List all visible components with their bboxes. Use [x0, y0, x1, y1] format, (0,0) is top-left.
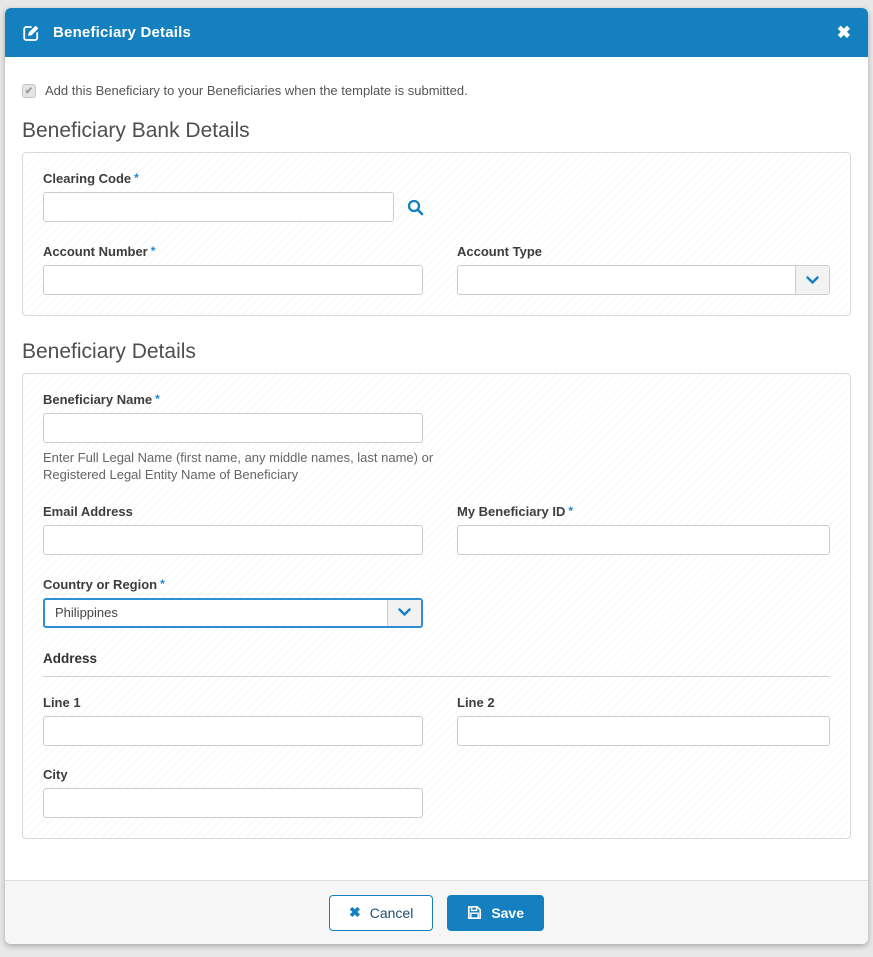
bank-details-heading: Beneficiary Bank Details — [22, 119, 851, 143]
beneficiary-details-modal: Beneficiary Details ✖ ✔ Add this Benefic… — [5, 8, 868, 944]
beneficiary-details-panel: Beneficiary Name* Enter Full Legal Name … — [22, 373, 851, 839]
modal-header: Beneficiary Details ✖ — [5, 8, 868, 57]
beneficiary-details-heading: Beneficiary Details — [22, 340, 851, 364]
required-asterisk: * — [155, 392, 160, 406]
address-subsection-label: Address — [43, 651, 830, 666]
address-line1-field: Line 1 — [43, 695, 423, 746]
modal-footer: ✖ Cancel Save — [5, 880, 868, 944]
clearing-code-input[interactable] — [43, 192, 394, 222]
account-number-field: Account Number* — [43, 244, 423, 295]
address-divider — [43, 676, 830, 677]
address-line1-input[interactable] — [43, 716, 423, 746]
bank-details-panel: Clearing Code* Account Number* — [22, 152, 851, 316]
add-beneficiary-checkbox[interactable]: ✔ — [22, 84, 36, 98]
required-asterisk: * — [134, 171, 139, 185]
account-type-selected-value — [458, 266, 795, 294]
beneficiary-name-label: Beneficiary Name* — [43, 392, 830, 407]
clearing-code-field: Clearing Code* — [43, 171, 830, 222]
my-beneficiary-id-input[interactable] — [457, 525, 830, 555]
clearing-code-label: Clearing Code* — [43, 171, 830, 186]
modal-content: ✔ Add this Beneficiary to your Beneficia… — [5, 57, 868, 880]
my-beneficiary-id-field: My Beneficiary ID* — [457, 504, 830, 555]
beneficiary-name-input[interactable] — [43, 413, 423, 443]
country-or-region-label: Country or Region* — [43, 577, 423, 592]
chevron-down-icon[interactable] — [795, 266, 829, 294]
email-address-input[interactable] — [43, 525, 423, 555]
search-icon[interactable] — [407, 199, 424, 216]
address-line2-label: Line 2 — [457, 695, 830, 710]
add-beneficiary-checkbox-row: ✔ Add this Beneficiary to your Beneficia… — [22, 83, 851, 98]
account-type-select[interactable] — [457, 265, 830, 295]
account-number-input[interactable] — [43, 265, 423, 295]
city-field: City — [43, 767, 423, 818]
country-or-region-select[interactable]: Philippines — [43, 598, 423, 628]
chevron-down-icon[interactable] — [387, 600, 421, 626]
address-line2-input[interactable] — [457, 716, 830, 746]
beneficiary-name-field: Beneficiary Name* Enter Full Legal Name … — [43, 392, 830, 484]
edit-pencil-square-icon — [22, 24, 40, 42]
required-asterisk: * — [160, 577, 165, 591]
city-input[interactable] — [43, 788, 423, 818]
account-number-label: Account Number* — [43, 244, 423, 259]
country-selected-value: Philippines — [45, 600, 387, 626]
address-line2-field: Line 2 — [457, 695, 830, 746]
modal-title: Beneficiary Details — [53, 24, 191, 41]
email-address-field: Email Address — [43, 504, 423, 555]
country-or-region-field: Country or Region* Philippines — [43, 577, 423, 628]
cancel-x-icon: ✖ — [349, 904, 361, 921]
close-icon[interactable]: ✖ — [837, 24, 851, 41]
account-type-label: Account Type — [457, 244, 830, 259]
save-floppy-disk-icon — [467, 905, 482, 920]
cancel-button[interactable]: ✖ Cancel — [329, 895, 433, 931]
beneficiary-name-helper-text: Enter Full Legal Name (first name, any m… — [43, 450, 435, 484]
account-type-field: Account Type — [457, 244, 830, 295]
save-button[interactable]: Save — [447, 895, 544, 931]
city-label: City — [43, 767, 423, 782]
required-asterisk: * — [151, 244, 156, 258]
email-address-label: Email Address — [43, 504, 423, 519]
save-button-label: Save — [491, 905, 524, 921]
add-beneficiary-checkbox-label: Add this Beneficiary to your Beneficiari… — [45, 83, 468, 98]
my-beneficiary-id-label: My Beneficiary ID* — [457, 504, 830, 519]
required-asterisk: * — [568, 504, 573, 518]
address-line1-label: Line 1 — [43, 695, 423, 710]
cancel-button-label: Cancel — [370, 905, 414, 921]
